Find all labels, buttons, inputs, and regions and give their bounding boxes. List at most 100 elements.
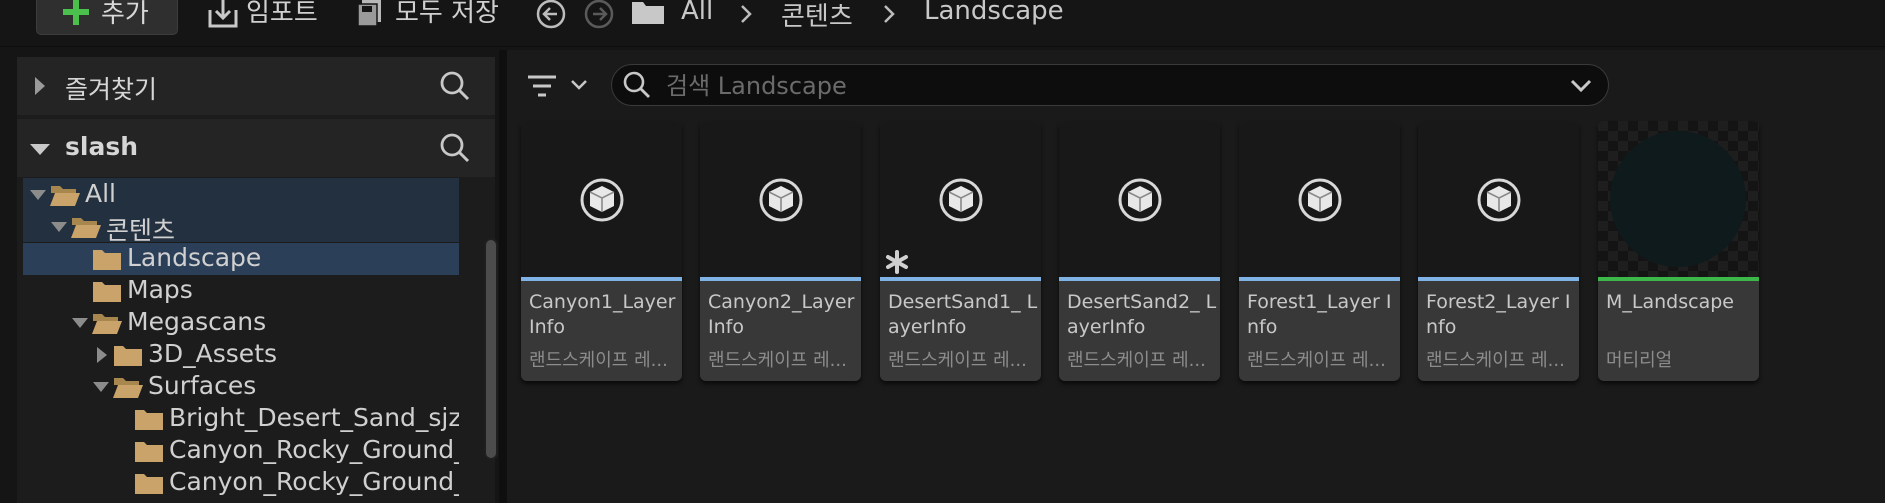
folder-open-icon [71, 218, 101, 238]
tree-item[interactable]: 콘텐츠 [23, 211, 459, 245]
tree-item[interactable]: Canyon_Rocky_Ground_ [23, 467, 459, 499]
folder-icon [135, 442, 163, 462]
save-all-button[interactable]: 모두 저장 [357, 0, 507, 34]
tree-item-label: All [85, 179, 116, 208]
search-icon [623, 71, 650, 98]
asset-thumbnail [880, 121, 1041, 277]
tree-item-label: Landscape [127, 243, 262, 272]
breadcrumb-item-all[interactable]: All [681, 0, 713, 26]
tree-item-label: Maps [127, 275, 193, 304]
asset-tile[interactable]: Forest2_Layer Info 랜드스케이프 레... [1418, 121, 1579, 381]
cube-icon [759, 178, 803, 222]
asset-name: Canyon2_Layer Info [708, 291, 855, 338]
tree-item[interactable]: Bright_Desert_Sand_sjzl [23, 403, 459, 435]
tree-item[interactable]: Surfaces [23, 371, 459, 403]
asset-name: M_Landscape [1606, 291, 1734, 313]
asset-search-input[interactable] [664, 68, 1528, 104]
asset-thumbnail [1418, 121, 1579, 277]
folder-open-icon [50, 186, 80, 206]
asset-tile[interactable]: M_Landscape 머티리얼 [1598, 121, 1759, 381]
asset-search-bar[interactable] [611, 64, 1609, 106]
forward-icon[interactable] [583, 0, 615, 30]
caret-right-icon[interactable] [33, 76, 47, 96]
tree-item[interactable]: Megascans [23, 307, 459, 339]
asset-type-strip [1239, 277, 1400, 281]
import-label: 임포트 [246, 0, 318, 28]
chevron-down-icon [571, 80, 587, 90]
cube-icon [580, 178, 624, 222]
import-icon [208, 0, 238, 28]
asset-name: Forest1_Layer Info [1247, 291, 1392, 338]
asset-type-strip [1598, 277, 1759, 281]
folder-icon [93, 250, 121, 270]
caret-down-icon[interactable] [71, 317, 89, 329]
cube-icon [939, 178, 983, 222]
asset-thumbnail [1598, 121, 1759, 277]
caret-down-icon[interactable] [29, 189, 47, 201]
source-panel: 즐겨찾기 slash All 콘텐츠 Landscape Maps Megascans 3… [17, 57, 498, 503]
panel-splitter[interactable] [499, 50, 507, 503]
chevron-right-icon [741, 5, 752, 23]
unsaved-asterisk-icon [886, 250, 908, 274]
cube-icon [1298, 178, 1342, 222]
asset-thumbnail [1059, 121, 1220, 277]
caret-right-icon[interactable] [96, 346, 108, 364]
tree-scrollbar-thumb[interactable] [486, 240, 496, 458]
folder-open-icon [92, 314, 122, 334]
folder-open-icon [113, 378, 143, 398]
folder-icon [632, 2, 664, 24]
search-icon[interactable] [439, 70, 471, 102]
project-header[interactable]: slash [17, 119, 495, 177]
save-all-label: 모두 저장 [395, 0, 499, 28]
asset-type: 랜드스케이프 레... [1067, 350, 1206, 371]
asset-tile[interactable]: Forest1_Layer Info 랜드스케이프 레... [1239, 121, 1400, 381]
tree-item-label: Canyon_Rocky_Ground_ [169, 435, 459, 464]
plus-icon [63, 0, 89, 25]
asset-tile[interactable]: Canyon1_Layer Info 랜드스케이프 레... [521, 121, 682, 381]
asset-type: 랜드스케이프 레... [708, 350, 847, 371]
breadcrumb-item-landscape[interactable]: Landscape [924, 0, 1064, 26]
asset-tile[interactable]: Canyon2_Layer Info 랜드스케이프 레... [700, 121, 861, 381]
tree-item[interactable]: Maps [23, 275, 459, 307]
asset-tile[interactable]: DesertSand2_ LayerInfo 랜드스케이프 레... [1059, 121, 1220, 381]
filter-icon [528, 75, 556, 97]
asset-type: 랜드스케이프 레... [1426, 350, 1565, 371]
tree-item-label: 3D_Assets [148, 339, 278, 368]
favorites-header[interactable]: 즐겨찾기 [17, 57, 495, 115]
tree-item-label: Canyon_Rocky_Ground_ [169, 467, 459, 496]
asset-name: DesertSand1_ LayerInfo [888, 291, 1038, 338]
asset-type: 랜드스케이프 레... [1247, 350, 1386, 371]
asset-name: Canyon1_Layer Info [529, 291, 676, 338]
filter-dropdown[interactable] [526, 68, 592, 104]
import-button[interactable]: 임포트 [206, 0, 326, 34]
asset-tile[interactable]: DesertSand1_ LayerInfo 랜드스케이프 레... [880, 121, 1041, 381]
back-icon[interactable] [535, 0, 567, 30]
tree-item-label: Bright_Desert_Sand_sjzl [169, 403, 459, 432]
asset-type: 머티리얼 [1606, 350, 1673, 371]
tree-item[interactable]: All [23, 179, 459, 211]
toolbar: 추가 임포트 모두 저장 All 콘텐츠 Landscape [0, 0, 1885, 47]
asset-type-strip [880, 277, 1041, 281]
asset-thumbnail [1239, 121, 1400, 277]
chevron-down-icon[interactable] [1570, 78, 1592, 94]
asset-type-strip [700, 277, 861, 281]
asset-name: Forest2_Layer Info [1426, 291, 1571, 338]
save-icon [357, 0, 381, 26]
tree-item-label: Surfaces [148, 371, 257, 400]
folder-icon [114, 346, 142, 366]
breadcrumb-item-content[interactable]: 콘텐츠 [781, 0, 853, 33]
material-sphere-icon [1610, 131, 1746, 267]
caret-down-icon[interactable] [50, 221, 68, 233]
favorites-title: 즐겨찾기 [65, 75, 158, 104]
caret-down-icon[interactable] [92, 381, 110, 393]
asset-type: 랜드스케이프 레... [529, 350, 668, 371]
tree-item[interactable]: Canyon_Rocky_Ground_ [23, 435, 459, 467]
caret-down-icon[interactable] [29, 142, 51, 156]
tree-item-label: 콘텐츠 [106, 216, 176, 245]
tree-item[interactable]: Landscape [23, 243, 459, 275]
folder-icon [93, 282, 121, 302]
add-button[interactable]: 추가 [36, 0, 178, 35]
chevron-right-icon [884, 5, 895, 23]
search-icon[interactable] [439, 132, 471, 164]
tree-item[interactable]: 3D_Assets [23, 339, 459, 371]
